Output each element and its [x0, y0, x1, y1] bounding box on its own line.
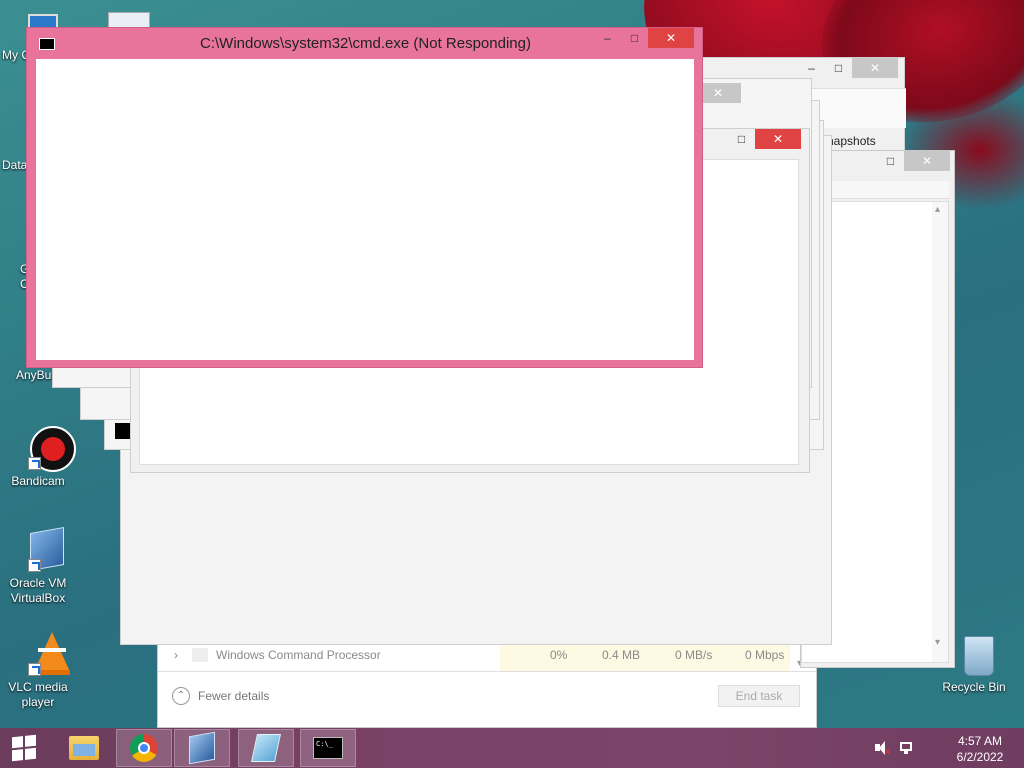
vlc-cone-icon	[16, 632, 70, 676]
start-button[interactable]	[0, 729, 48, 767]
window-controls: □ ✕	[728, 129, 801, 149]
maximize-button[interactable]: □	[877, 151, 904, 171]
expand-chevron-icon: ›	[174, 648, 178, 662]
console-area[interactable]	[36, 59, 694, 360]
clock-date[interactable]: 6/2/2022	[950, 750, 1010, 764]
memory-value: 0.4 MB	[602, 648, 641, 662]
desktop-icon-bandicam[interactable]: Bandicam	[2, 426, 76, 488]
window-controls: □ ✕	[877, 151, 950, 171]
close-button[interactable]: ✕	[904, 151, 950, 171]
maximize-button[interactable]: □	[825, 58, 852, 78]
minimize-button[interactable]: –	[798, 58, 825, 78]
virtualbox-icon	[189, 731, 215, 765]
close-button[interactable]: ✕	[755, 129, 801, 149]
desktop-icon-virtualbox[interactable]: Oracle VM VirtualBox	[2, 527, 74, 606]
desktop-icon-label: Oracle VM VirtualBox	[9, 576, 67, 605]
end-task-button[interactable]: End task	[718, 685, 800, 707]
table-row[interactable]: › Windows Command Processor 0% 0.4 MB 0 MB/s…	[164, 641, 800, 669]
desktop-icon-label: Bandicam	[11, 474, 65, 488]
cmd-glyph-icon	[115, 423, 131, 439]
taskbar-chrome[interactable]	[116, 729, 172, 767]
virtualbox-icon	[16, 527, 64, 572]
taskbar-file-explorer[interactable]	[56, 729, 112, 767]
window-controls: – □ ✕	[594, 28, 694, 48]
bandicam-icon	[16, 426, 76, 472]
clock-time[interactable]: 4:57 AM	[950, 734, 1010, 748]
taskbar: C:\_ ✕ 4:57 AM 6/2/2022	[0, 728, 1024, 768]
close-button[interactable]: ✕	[852, 58, 898, 78]
desktop-icon-label: VLC media player	[8, 680, 68, 709]
folder-icon	[69, 736, 99, 760]
cpu-value: 0%	[550, 648, 568, 662]
window-controls: – □ ✕	[798, 58, 898, 78]
scrollbar[interactable]: ▴ ▾	[932, 202, 948, 662]
network-icon[interactable]	[898, 740, 914, 756]
maximize-button[interactable]: □	[728, 129, 755, 149]
cmd-icon: C:\_	[313, 737, 343, 759]
desktop: My C Data GC AnyBu Bandicam Oracle VM Vi…	[0, 0, 1024, 728]
scroll-up-arrow[interactable]: ▴	[935, 204, 940, 215]
taskbar-cmd[interactable]: C:\_	[300, 729, 356, 767]
fewer-details-label: Fewer details	[198, 689, 270, 703]
fewer-details-button[interactable]: ⌃ Fewer details	[172, 687, 269, 705]
chevron-up-icon: ⌃	[172, 687, 190, 705]
disk-value: 0 MB/s	[675, 648, 713, 662]
notepad-icon	[251, 734, 281, 762]
desktop-icon-label: Recycle Bin	[942, 680, 1006, 694]
close-button[interactable]: ✕	[648, 28, 694, 48]
volume-muted-icon[interactable]: ✕	[874, 740, 892, 757]
desktop-icon-vlc[interactable]: VLC media player	[2, 632, 74, 710]
taskbar-virtualbox[interactable]	[174, 729, 230, 767]
scroll-down-arrow[interactable]: ▾	[935, 637, 940, 648]
chrome-icon	[130, 734, 158, 762]
taskbar-notepad[interactable]	[238, 729, 294, 767]
windows-logo-icon	[12, 734, 36, 762]
recycle-bin-icon	[952, 632, 996, 676]
process-icon	[192, 648, 208, 662]
cmd-window[interactable]: C:\Windows\system32\cmd.exe (Not Respond…	[26, 27, 703, 368]
minimize-button[interactable]: –	[594, 28, 621, 48]
maximize-button[interactable]: □	[621, 28, 648, 48]
network-value: 0 Mbps	[745, 648, 785, 662]
process-name: Windows Command Processor	[216, 648, 381, 662]
